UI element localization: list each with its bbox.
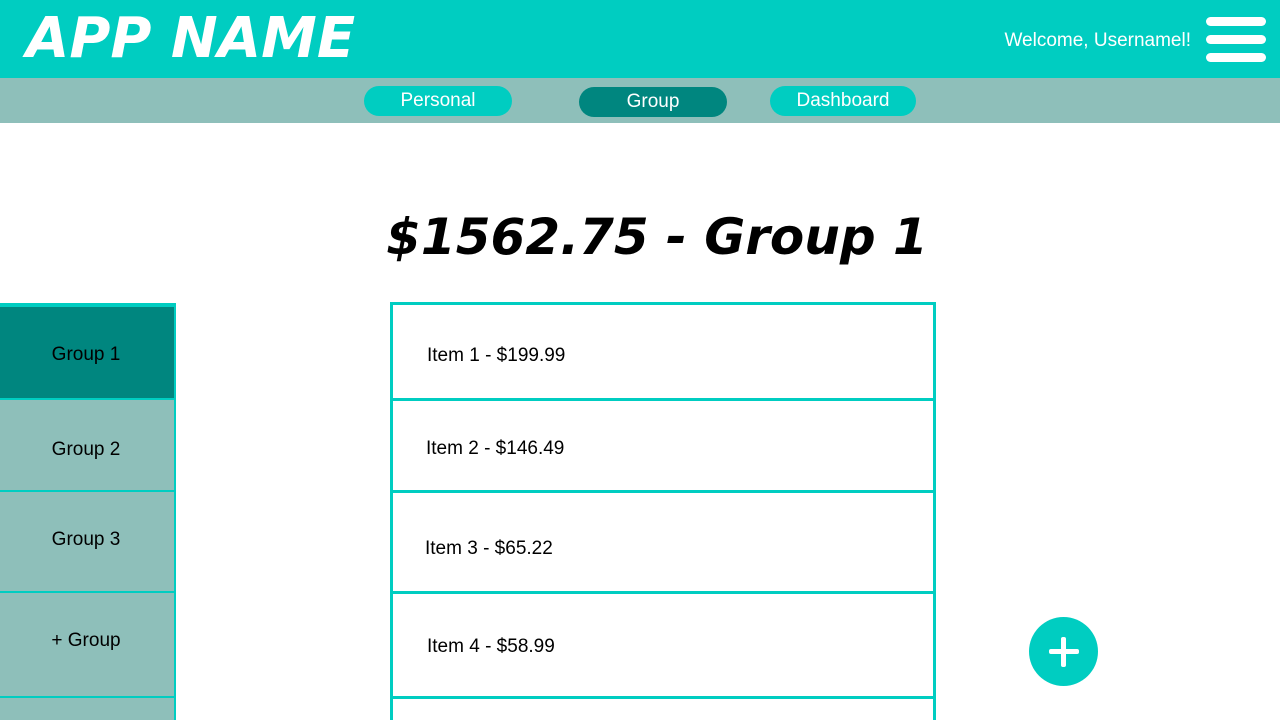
add-item-button[interactable] [1029, 617, 1098, 686]
item-label: Item 4 - $58.99 [427, 636, 555, 657]
page-title: $1562.75 - Group 1 [386, 208, 928, 266]
menu-bar [1206, 35, 1266, 44]
item-label: Item 1 - $199.99 [427, 345, 566, 366]
sidebar-item-group-3[interactable]: Group 3 [0, 492, 174, 591]
tab-personal[interactable]: Personal [364, 86, 512, 116]
tab-group[interactable]: Group [579, 87, 727, 117]
list-item[interactable]: Item 4 - $58.99 [393, 594, 933, 696]
group-sidebar: Group 1 Group 2 Group 3 + Group [0, 303, 176, 720]
item-list: Item 1 - $199.99 Item 2 - $146.49 Item 3… [390, 302, 936, 720]
sidebar-item-group-2[interactable]: Group 2 [0, 400, 174, 490]
welcome-text: Welcome, Usernamel! [1004, 30, 1191, 51]
menu-bar [1206, 17, 1266, 26]
app-header: APP NAME Welcome, Usernamel! [0, 0, 1280, 78]
menu-bar [1206, 53, 1266, 62]
tab-dashboard[interactable]: Dashboard [770, 86, 916, 116]
item-label: Item 3 - $65.22 [425, 538, 553, 559]
sidebar-item-partial [0, 698, 174, 720]
app-name: APP NAME [26, 6, 356, 71]
hamburger-menu-icon[interactable] [1204, 15, 1268, 63]
app-page: APP NAME Welcome, Usernamel! Personal Gr… [0, 0, 1280, 720]
add-group-button[interactable]: + Group [0, 593, 174, 696]
plus-icon [1061, 637, 1066, 667]
nav-bar: Personal Group Dashboard [0, 78, 1280, 123]
list-item[interactable]: Item 2 - $146.49 [393, 401, 933, 490]
item-label: Item 2 - $146.49 [426, 438, 565, 459]
list-item-partial [393, 699, 933, 720]
list-item[interactable]: Item 1 - $199.99 [393, 305, 933, 398]
sidebar-item-group-1[interactable]: Group 1 [0, 307, 174, 398]
list-item[interactable]: Item 3 - $65.22 [393, 493, 933, 591]
